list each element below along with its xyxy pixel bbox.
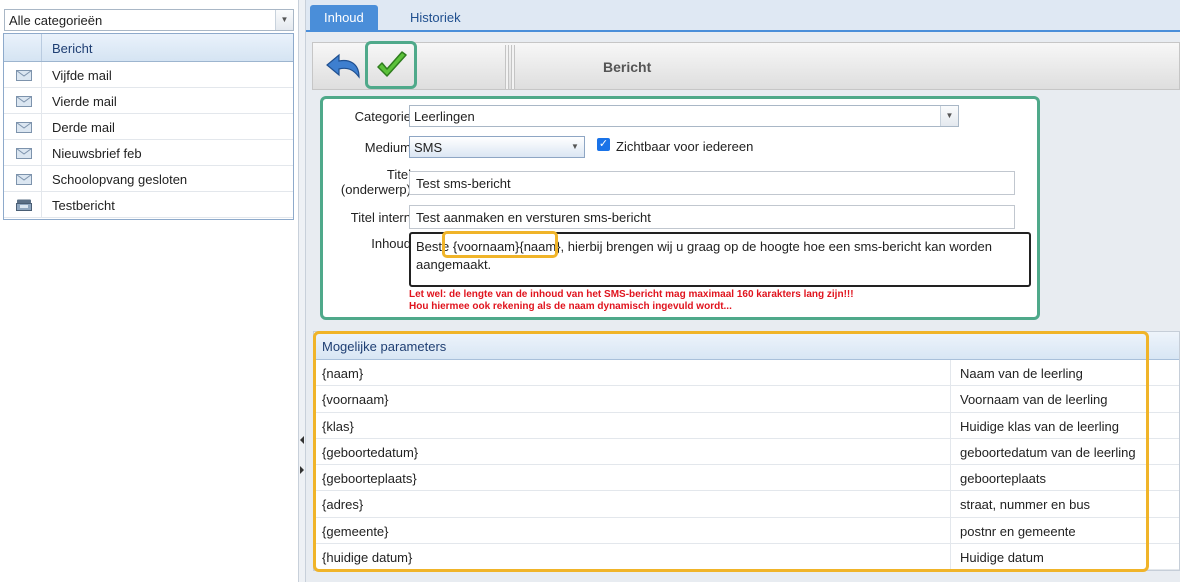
categorie-value: Leerlingen: [414, 109, 475, 124]
sms-length-warning: Let wel: de lengte van de inhoud van het…: [409, 289, 854, 313]
parameter-key: {naam}: [322, 366, 364, 381]
list-item[interactable]: Nieuwsbrief feb: [4, 140, 293, 166]
titel-input[interactable]: Test sms-bericht: [409, 171, 1015, 195]
table-row[interactable]: {geboorteplaats} geboorteplaats: [314, 465, 1179, 492]
toolbar-separator: [511, 45, 515, 89]
zichtbaar-checkbox[interactable]: ✓: [597, 138, 610, 151]
table-row[interactable]: {adres} straat, nummer en bus: [314, 491, 1179, 518]
table-row[interactable]: {gemeente} postnr en gemeente: [314, 517, 1179, 545]
medium-label: Medium: [364, 140, 411, 155]
message-label: Nieuwsbrief feb: [52, 146, 142, 161]
tab-inhoud[interactable]: Inhoud: [310, 5, 378, 32]
titel-label: Titel: [386, 167, 411, 182]
warning-line-1: Let wel: de lengte van de inhoud van het…: [409, 289, 854, 300]
message-list: Bericht Vijfde mail Vierde mail Derde mail…: [3, 33, 294, 220]
list-item[interactable]: Schoolopvang gesloten: [4, 166, 293, 192]
parameter-key: {voornaam}: [322, 392, 389, 408]
warning-line-2: Hou hiermee ook rekening als de naam dyn…: [409, 301, 732, 312]
chevron-down-icon[interactable]: ▼: [940, 106, 958, 126]
message-label: Schoolopvang gesloten: [52, 172, 188, 187]
parameter-description: straat, nummer en bus: [960, 497, 1091, 513]
message-label: Vijfde mail: [52, 68, 112, 83]
inhoud-label: Inhoud: [371, 236, 411, 251]
table-row[interactable]: {voornaam} Voornaam van de leerling: [314, 386, 1179, 413]
mail-icon: [16, 147, 32, 159]
list-item[interactable]: Testbericht: [4, 192, 293, 218]
left-pane: Alle categorieën ▼ Bericht Vijfde mail Vi…: [0, 0, 298, 582]
message-label: Vierde mail: [52, 94, 117, 109]
toolbar: Bericht: [312, 41, 1180, 90]
parameter-key: {geboortedatum}: [322, 444, 419, 460]
table-row[interactable]: {huidige datum} Huidige datum: [314, 544, 1179, 571]
medium-select[interactable]: SMS ▼: [409, 136, 585, 158]
mail-icon: [16, 121, 32, 133]
titel-intern-label: Titel intern: [350, 210, 411, 225]
table-row[interactable]: {geboortedatum} geboortedatum van de leer…: [314, 438, 1179, 466]
sms-phone-icon: [16, 199, 32, 211]
toolbar-title: Bericht: [603, 59, 652, 75]
toolbar-separator: [505, 45, 509, 89]
undo-button[interactable]: [325, 51, 365, 83]
parameter-description: Huidige datum: [960, 550, 1044, 566]
inhoud-textarea[interactable]: Beste {voornaam}{naam}, hierbij brengen …: [409, 232, 1031, 287]
parameter-description: Voornaam van de leerling: [960, 392, 1108, 408]
save-button[interactable]: [365, 41, 417, 89]
message-label: Derde mail: [52, 120, 115, 135]
mail-icon: [16, 69, 32, 81]
right-pane: Inhoud Historiek Bericht Categorie Leerl…: [306, 0, 1180, 582]
tab-bar: Inhoud Historiek: [306, 0, 1180, 32]
parameter-key: {geboorteplaats}: [322, 471, 417, 487]
categorie-label: Categorie: [354, 109, 411, 124]
list-item[interactable]: Vierde mail: [4, 88, 293, 114]
chevron-down-icon[interactable]: ▼: [566, 137, 584, 157]
pane-splitter[interactable]: [298, 0, 306, 582]
column-header-bericht[interactable]: Bericht: [52, 41, 92, 56]
undo-icon: [326, 53, 360, 79]
table-row[interactable]: {naam} Naam van de leerling: [314, 360, 1179, 387]
tab-historiek[interactable]: Historiek: [396, 5, 475, 32]
parameter-description: geboorteplaats: [960, 471, 1047, 487]
parameters-table: Mogelijke parameters {naam} Naam van de l…: [313, 331, 1180, 571]
zichtbaar-label: Zichtbaar voor iedereen: [616, 139, 754, 154]
collapse-left-icon[interactable]: [300, 436, 304, 444]
mail-icon: [16, 173, 32, 185]
list-item[interactable]: Vijfde mail: [4, 62, 293, 88]
expand-right-icon[interactable]: [300, 466, 304, 474]
message-form: Categorie Leerlingen ▼ Medium SMS ▼ ✓ Zi…: [320, 96, 1040, 320]
chevron-down-icon[interactable]: ▼: [275, 10, 293, 30]
category-filter-dropdown[interactable]: Alle categorieën ▼: [4, 9, 294, 31]
parameter-description: postnr en gemeente: [960, 523, 1076, 539]
parameter-key: {adres}: [322, 497, 364, 513]
message-list-header: Bericht: [4, 34, 293, 62]
list-item[interactable]: Derde mail: [4, 114, 293, 140]
parameter-key: {klas}: [322, 418, 354, 434]
parameter-description: geboortedatum van de leerling: [960, 444, 1136, 460]
checkmark-icon: [377, 51, 407, 77]
parameter-description: Naam van de leerling: [960, 366, 1083, 381]
categorie-select[interactable]: Leerlingen ▼: [409, 105, 959, 127]
parameters-header: Mogelijke parameters: [314, 332, 1179, 360]
parameter-key: {gemeente}: [322, 523, 389, 539]
titel-label-sub: (onderwerp): [340, 182, 411, 197]
category-filter-value: Alle categorieën: [9, 13, 103, 28]
mail-icon: [16, 95, 32, 107]
medium-value: SMS: [414, 140, 443, 155]
parameter-key: {huidige datum}: [322, 550, 413, 566]
titel-intern-input[interactable]: Test aanmaken en versturen sms-bericht: [409, 205, 1015, 229]
message-label: Testbericht: [52, 198, 115, 213]
table-row[interactable]: {klas} Huidige klas van de leerling: [314, 412, 1179, 439]
parameter-description: Huidige klas van de leerling: [960, 418, 1119, 434]
